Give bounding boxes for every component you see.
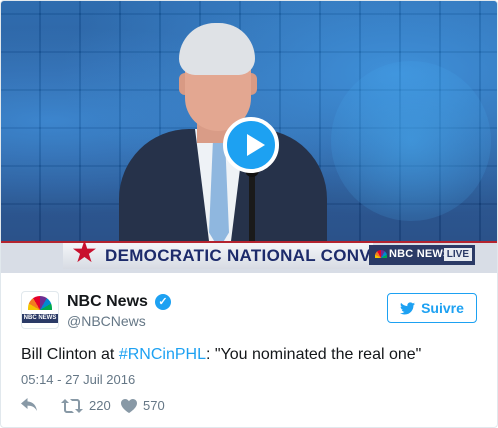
tweet-card: ★ DEMOCRATIC NATIONAL CONVENTION NBC NEW…: [0, 0, 498, 428]
tweet-text: Bill Clinton at #RNCinPHL: "You nominate…: [21, 346, 421, 364]
avatar[interactable]: NBC NEWS: [21, 291, 59, 329]
retweet-button[interactable]: 220: [61, 398, 111, 413]
video-thumbnail[interactable]: ★ DEMOCRATIC NATIONAL CONVENTION NBC NEW…: [1, 1, 497, 273]
avatar-label: NBC NEWS: [22, 314, 58, 323]
twitter-bird-icon: [400, 301, 416, 314]
nbc-peacock-icon: [375, 250, 387, 258]
heart-icon: [121, 398, 137, 413]
tweet-text-prefix: Bill Clinton at: [21, 346, 119, 363]
tweet-text-quote: : "You nominated the real one": [205, 346, 422, 363]
star-icon: ★: [71, 236, 98, 269]
like-button[interactable]: 570: [121, 398, 165, 413]
author-handle[interactable]: @NBCNews: [67, 313, 146, 329]
speaker-hair: [179, 23, 255, 75]
live-badge: LIVE: [443, 248, 472, 261]
author-name[interactable]: NBC News: [67, 293, 148, 311]
reply-button[interactable]: [21, 398, 38, 412]
retweet-icon: [61, 398, 83, 413]
retweet-count: 220: [89, 398, 111, 413]
nbc-peacock-icon: [28, 296, 52, 310]
follow-button[interactable]: Suivre: [387, 293, 477, 323]
reply-icon: [21, 398, 37, 411]
follow-label: Suivre: [421, 300, 464, 316]
network-live-tag: NBC NEWS LIVE: [369, 245, 475, 265]
play-button[interactable]: [223, 117, 279, 173]
hashtag-link[interactable]: #RNCinPHL: [119, 346, 206, 363]
tweet-timestamp[interactable]: 05:14 - 27 Juil 2016: [21, 372, 135, 387]
like-count: 570: [143, 398, 165, 413]
verified-badge-icon: ✓: [155, 294, 171, 310]
microphone-stand: [249, 171, 255, 251]
network-label: NBC NEWS: [389, 248, 451, 260]
